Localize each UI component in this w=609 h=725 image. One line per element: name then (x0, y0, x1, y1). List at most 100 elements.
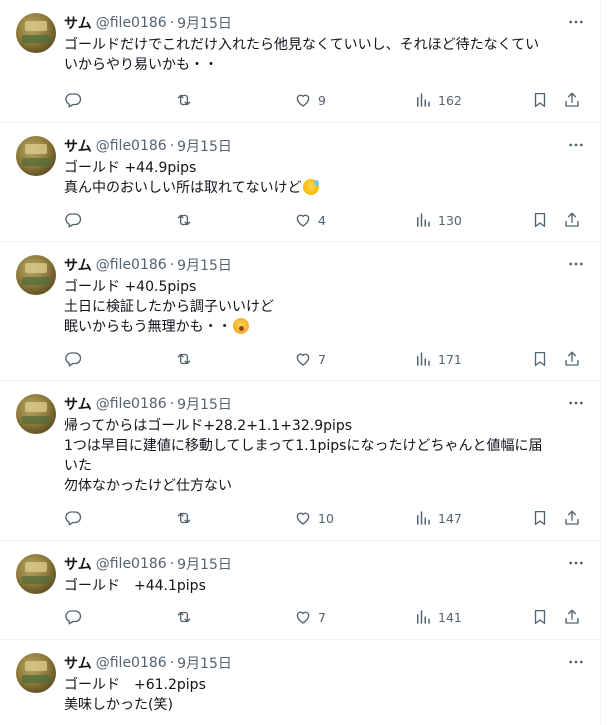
share-button[interactable] (563, 91, 581, 109)
like-button[interactable]: 7 (294, 350, 326, 368)
heart-icon (296, 214, 310, 227)
reply-icon (65, 93, 82, 108)
user-handle[interactable]: @file0186 (96, 257, 167, 273)
bookmark-button[interactable] (531, 91, 549, 109)
share-icon (565, 92, 579, 107)
retweet-button[interactable] (175, 509, 193, 527)
reply-button[interactable] (64, 608, 82, 626)
view-count: 130 (438, 212, 462, 228)
share-button[interactable] (563, 350, 581, 368)
separator-dot: · (169, 138, 175, 154)
tweet[interactable]: サム @file0186 · 9月15日 ゴールド +40.5pips 土日に検… (0, 242, 600, 381)
separator-dot: · (169, 396, 175, 412)
separator-dot: · (169, 15, 175, 31)
share-button[interactable] (563, 509, 581, 527)
like-count: 7 (318, 351, 326, 367)
more-options-icon[interactable] (566, 393, 586, 413)
tweet-date[interactable]: 9月15日 (177, 394, 232, 414)
user-handle[interactable]: @file0186 (96, 655, 167, 671)
bookmark-button[interactable] (531, 350, 549, 368)
reply-button[interactable] (64, 91, 82, 109)
avatar[interactable] (16, 13, 56, 53)
views-chart-icon (417, 213, 430, 227)
action-bar: 10 147 (58, 507, 584, 529)
timeline: サム @file0186 · 9月15日 ゴールドだけでこれだけ入れたら他見なく… (0, 0, 601, 725)
views-button[interactable]: 141 (414, 608, 462, 626)
user-handle[interactable]: @file0186 (96, 15, 167, 31)
tweet-text-fragment: 真ん中のおいしい所は取れてないけど (64, 180, 302, 196)
avatar[interactable] (16, 653, 56, 693)
tweet[interactable]: サム @file0186 · 9月15日 ゴールド +61.2pips 美味しか… (0, 640, 600, 725)
more-options-icon[interactable] (566, 553, 586, 573)
display-name[interactable]: サム (64, 653, 92, 673)
tweet-header: サム @file0186 · 9月15日 (64, 255, 584, 275)
like-count: 9 (318, 92, 326, 108)
views-button[interactable]: 147 (414, 509, 462, 527)
like-count: 7 (318, 609, 326, 625)
display-name[interactable]: サム (64, 13, 92, 33)
tweet-date[interactable]: 9月15日 (177, 554, 232, 574)
tweet[interactable]: サム @file0186 · 9月15日 帰ってからはゴールド+28.2+1.1… (0, 381, 600, 541)
more-options-icon[interactable] (566, 254, 586, 274)
tweet-text-fragment: 眠いからもう無理かも・・ (64, 319, 232, 335)
avatar[interactable] (16, 394, 56, 434)
views-button[interactable]: 130 (414, 211, 462, 229)
views-button[interactable]: 162 (414, 91, 462, 109)
more-options-icon[interactable] (566, 12, 586, 32)
separator-dot: · (169, 257, 175, 273)
retweet-icon (177, 94, 191, 106)
bookmark-icon (534, 351, 546, 367)
retweet-button[interactable] (175, 211, 193, 229)
like-button[interactable]: 7 (294, 608, 326, 626)
display-name[interactable]: サム (64, 136, 92, 156)
tweet-text-line: ゴールド +44.9pips (64, 160, 197, 176)
tweet-date[interactable]: 9月15日 (177, 13, 232, 33)
user-handle[interactable]: @file0186 (96, 556, 167, 572)
reply-button[interactable] (64, 350, 82, 368)
bookmark-button[interactable] (531, 509, 549, 527)
more-options-icon[interactable] (566, 135, 586, 155)
user-handle[interactable]: @file0186 (96, 396, 167, 412)
tweet[interactable]: サム @file0186 · 9月15日 ゴールド +44.1pips 7 14… (0, 541, 600, 640)
share-button[interactable] (563, 211, 581, 229)
bookmark-button[interactable] (531, 608, 549, 626)
display-name[interactable]: サム (64, 554, 92, 574)
tweet-text-line: ゴールドだけでこれだけ入れたら他見なくていいし、それほど待たなくてい (64, 37, 540, 53)
tweet-text: ゴールドだけでこれだけ入れたら他見なくていいし、それほど待たなくてい いからやり… (64, 35, 584, 75)
tweet[interactable]: サム @file0186 · 9月15日 ゴールドだけでこれだけ入れたら他見なく… (0, 0, 600, 123)
tweet-text-line: いからやり易いかも・・ (64, 57, 218, 73)
action-bar: 4 130 (58, 209, 584, 231)
views-chart-icon (417, 610, 430, 624)
user-handle[interactable]: @file0186 (96, 138, 167, 154)
avatar[interactable] (16, 554, 56, 594)
tweet-date[interactable]: 9月15日 (177, 255, 232, 275)
tweet-header: サム @file0186 · 9月15日 (64, 653, 584, 673)
reply-button[interactable] (64, 211, 82, 229)
views-chart-icon (417, 93, 430, 107)
more-options-icon[interactable] (566, 652, 586, 672)
tweet-text-line: ゴールド +44.1pips (64, 578, 206, 594)
tweet-text-line: 真ん中のおいしい所は取れてないけど (64, 178, 584, 198)
avatar[interactable] (16, 255, 56, 295)
retweet-button[interactable] (175, 91, 193, 109)
tweet-date[interactable]: 9月15日 (177, 136, 232, 156)
share-icon (565, 351, 579, 366)
tweet-date[interactable]: 9月15日 (177, 653, 232, 673)
heart-icon (296, 94, 310, 107)
tweet[interactable]: サム @file0186 · 9月15日 ゴールド +44.9pips 真ん中の… (0, 123, 600, 242)
like-button[interactable]: 4 (294, 211, 326, 229)
yawning-face-emoji (232, 318, 249, 334)
display-name[interactable]: サム (64, 394, 92, 414)
like-button[interactable]: 9 (294, 91, 326, 109)
display-name[interactable]: サム (64, 255, 92, 275)
retweet-button[interactable] (175, 350, 193, 368)
reply-icon (65, 352, 82, 367)
views-button[interactable]: 171 (414, 350, 462, 368)
share-button[interactable] (563, 608, 581, 626)
tweet-text-line: 土日に検証したから調子いいけど (64, 299, 274, 315)
reply-button[interactable] (64, 509, 82, 527)
avatar[interactable] (16, 136, 56, 176)
retweet-button[interactable] (175, 608, 193, 626)
like-button[interactable]: 10 (294, 509, 334, 527)
bookmark-button[interactable] (531, 211, 549, 229)
